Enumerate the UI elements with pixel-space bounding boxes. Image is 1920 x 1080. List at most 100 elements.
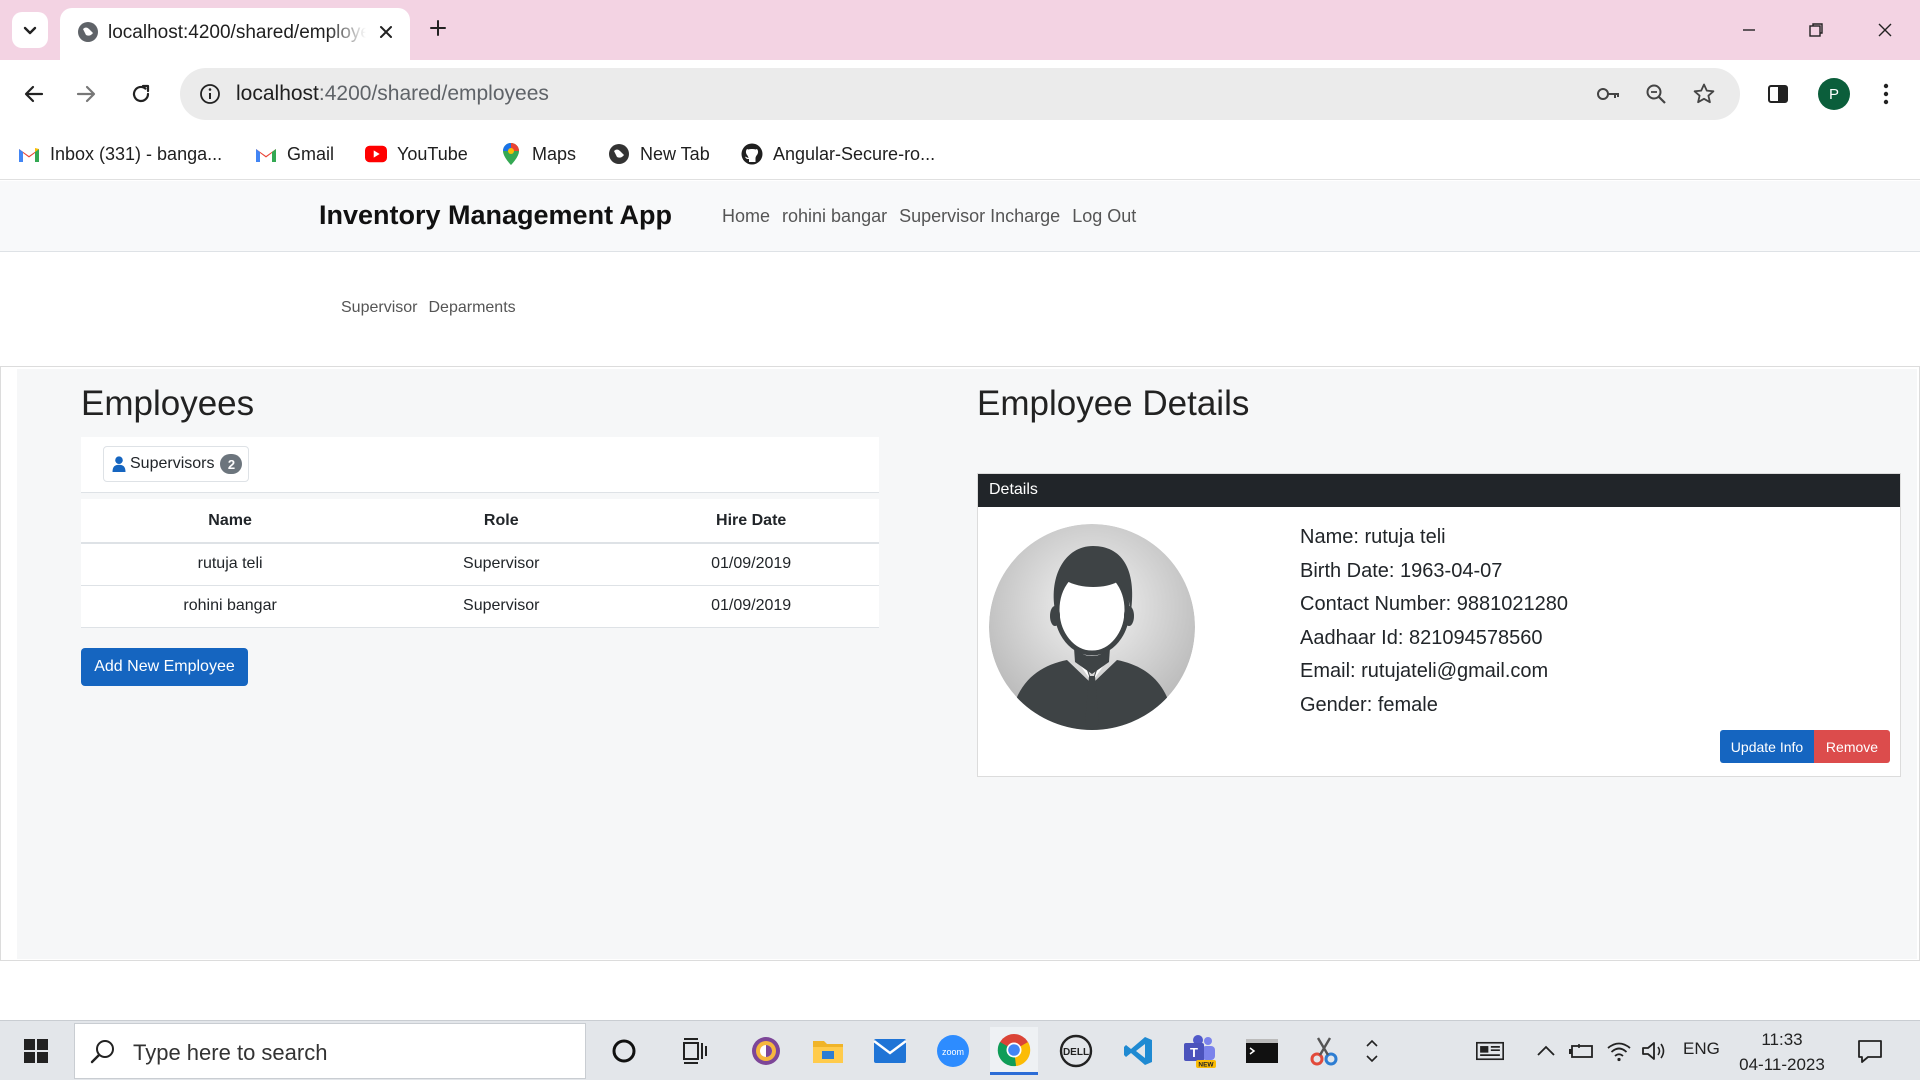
- nav-user-link[interactable]: rohini bangar: [782, 206, 887, 227]
- column-header-role[interactable]: Role: [379, 499, 624, 544]
- employee-details-card: Details Name: rutuja teli Birth Date: 19…: [977, 473, 1901, 777]
- browser-menu-button[interactable]: [1866, 74, 1906, 114]
- bookmark-gmail[interactable]: Gmail: [255, 138, 334, 170]
- taskbar-app-teams[interactable]: T NEW: [1176, 1027, 1224, 1075]
- table-row[interactable]: rohini bangar Supervisor 01/09/2019: [81, 585, 879, 628]
- forward-button[interactable]: [66, 74, 106, 114]
- minimize-button[interactable]: [1726, 10, 1772, 50]
- tab-supervisors-label: Supervisors: [130, 455, 215, 472]
- tab-search-button[interactable]: [12, 12, 48, 48]
- bookmark-star-button[interactable]: [1686, 76, 1722, 112]
- gmail-icon: [18, 143, 40, 165]
- bookmark-label: Gmail: [287, 143, 335, 164]
- close-icon: [380, 26, 392, 38]
- subnav-supervisor-link[interactable]: Supervisor: [341, 299, 417, 317]
- bookmark-label: Maps: [532, 143, 577, 164]
- wifi-icon: [1607, 1042, 1631, 1062]
- address-bar[interactable]: localhost:4200/shared/employees: [180, 68, 1740, 120]
- new-tab-button[interactable]: [424, 14, 452, 42]
- detail-email: Email: rutujateli@gmail.com: [1300, 660, 1549, 682]
- tray-overflow-button[interactable]: [1358, 1037, 1386, 1065]
- windows-logo-icon: [24, 1039, 48, 1063]
- password-key-button[interactable]: [1590, 76, 1626, 112]
- news-widget-button[interactable]: [1476, 1037, 1504, 1065]
- cortana-icon: [612, 1039, 636, 1063]
- table-row[interactable]: rutuja teli Supervisor 01/09/2019: [81, 543, 879, 586]
- start-button[interactable]: [0, 1021, 72, 1080]
- wifi-status[interactable]: [1605, 1037, 1633, 1065]
- subnav-departments-link[interactable]: Deparments: [428, 299, 515, 317]
- add-employee-button[interactable]: Add New Employee: [81, 648, 248, 686]
- profile-avatar[interactable]: P: [1818, 78, 1850, 110]
- url-path: :4200/shared/employees: [318, 82, 549, 105]
- taskbar-app-terminal[interactable]: [1238, 1027, 1286, 1075]
- input-language-indicator[interactable]: ENG: [1683, 1039, 1720, 1059]
- notifications-button[interactable]: [1856, 1037, 1884, 1065]
- vscode-icon: [1124, 1037, 1152, 1065]
- volume-control[interactable]: [1640, 1037, 1668, 1065]
- taskbar-app-tor[interactable]: [742, 1027, 790, 1075]
- svg-text:NEW: NEW: [1198, 1062, 1214, 1069]
- system-clock[interactable]: 11:33 04-11-2023: [1734, 1027, 1830, 1077]
- employees-table: Name Role Hire Date rutuja teli Supervis…: [81, 499, 879, 628]
- maps-icon: [500, 143, 522, 165]
- detail-gender: Gender: female: [1300, 693, 1438, 716]
- side-panel-button[interactable]: [1758, 74, 1798, 114]
- taskbar-app-vscode[interactable]: [1114, 1027, 1162, 1075]
- employee-details-heading: Employee Details: [977, 384, 1250, 423]
- card-header: Details: [978, 474, 1900, 507]
- nav-role-link[interactable]: Supervisor Incharge: [899, 206, 1060, 227]
- bookmark-inbox[interactable]: Inbox (331) - banga...: [18, 138, 222, 170]
- back-button[interactable]: [14, 74, 54, 114]
- remove-button[interactable]: Remove: [1814, 730, 1890, 763]
- bookmark-label: Angular-Secure-ro...: [773, 143, 936, 164]
- tor-browser-icon: [752, 1037, 780, 1065]
- battery-status[interactable]: [1568, 1037, 1596, 1065]
- taskbar-app-mail[interactable]: [866, 1027, 914, 1075]
- close-window-button[interactable]: [1862, 10, 1908, 50]
- taskbar-app-snipping[interactable]: [1300, 1027, 1348, 1075]
- cell-role: Supervisor: [379, 543, 624, 586]
- cell-hire-date: 01/09/2019: [623, 543, 879, 586]
- bookmark-label: New Tab: [640, 143, 710, 164]
- bookmark-new-tab[interactable]: New Tab: [608, 138, 710, 170]
- chevron-down-icon: [23, 26, 37, 35]
- bookmark-youtube[interactable]: YouTube: [365, 138, 468, 170]
- browser-tab-active[interactable]: localhost:4200/shared/employees: [60, 8, 410, 60]
- speaker-icon: [1642, 1042, 1665, 1060]
- nav-links: Home rohini bangar Supervisor Incharge L…: [722, 206, 1136, 227]
- column-header-hire-date[interactable]: Hire Date: [623, 499, 879, 544]
- bookmark-angular-secure[interactable]: Angular-Secure-ro...: [741, 138, 935, 170]
- zoom-button[interactable]: [1638, 76, 1674, 112]
- update-info-button[interactable]: Update Info: [1720, 730, 1814, 763]
- taskbar-app-dell[interactable]: DELL: [1052, 1027, 1100, 1075]
- app-brand[interactable]: Inventory Management App: [319, 200, 672, 231]
- site-info-button[interactable]: [192, 76, 228, 112]
- browser-toolbar: localhost:4200/shared/employees P: [0, 60, 1920, 130]
- nav-logout-link[interactable]: Log Out: [1072, 206, 1136, 227]
- chevron-up-icon: [1537, 1045, 1555, 1056]
- taskbar-app-chrome[interactable]: [990, 1027, 1038, 1075]
- task-view-button[interactable]: [672, 1027, 720, 1075]
- taskbar-app-file-explorer[interactable]: [804, 1027, 852, 1075]
- nav-home-link[interactable]: Home: [722, 206, 770, 227]
- url-text: localhost:4200/shared/employees: [236, 82, 549, 106]
- tray-show-hidden-button[interactable]: [1532, 1037, 1560, 1065]
- person-avatar-icon: [989, 524, 1195, 730]
- tab-supervisors[interactable]: Supervisors 2: [103, 446, 250, 482]
- user-icon: [112, 456, 126, 472]
- taskbar-app-zoom[interactable]: zoom: [929, 1027, 977, 1075]
- tab-close-button[interactable]: [372, 18, 400, 46]
- column-header-name[interactable]: Name: [81, 499, 380, 544]
- reload-button[interactable]: [121, 74, 161, 114]
- tab-title: localhost:4200/shared/employees: [108, 22, 366, 43]
- app-navbar: Inventory Management App Home rohini ban…: [0, 181, 1920, 252]
- forward-arrow-icon: [76, 85, 96, 103]
- restore-icon: [1809, 23, 1823, 37]
- side-panel-icon: [1768, 85, 1788, 103]
- restore-button[interactable]: [1793, 10, 1839, 50]
- detail-birth-date: Birth Date: 1963-04-07: [1300, 559, 1503, 582]
- bookmark-maps[interactable]: Maps: [500, 138, 576, 170]
- taskbar-search-box[interactable]: Type here to search: [74, 1023, 586, 1079]
- cortana-button[interactable]: [600, 1027, 648, 1075]
